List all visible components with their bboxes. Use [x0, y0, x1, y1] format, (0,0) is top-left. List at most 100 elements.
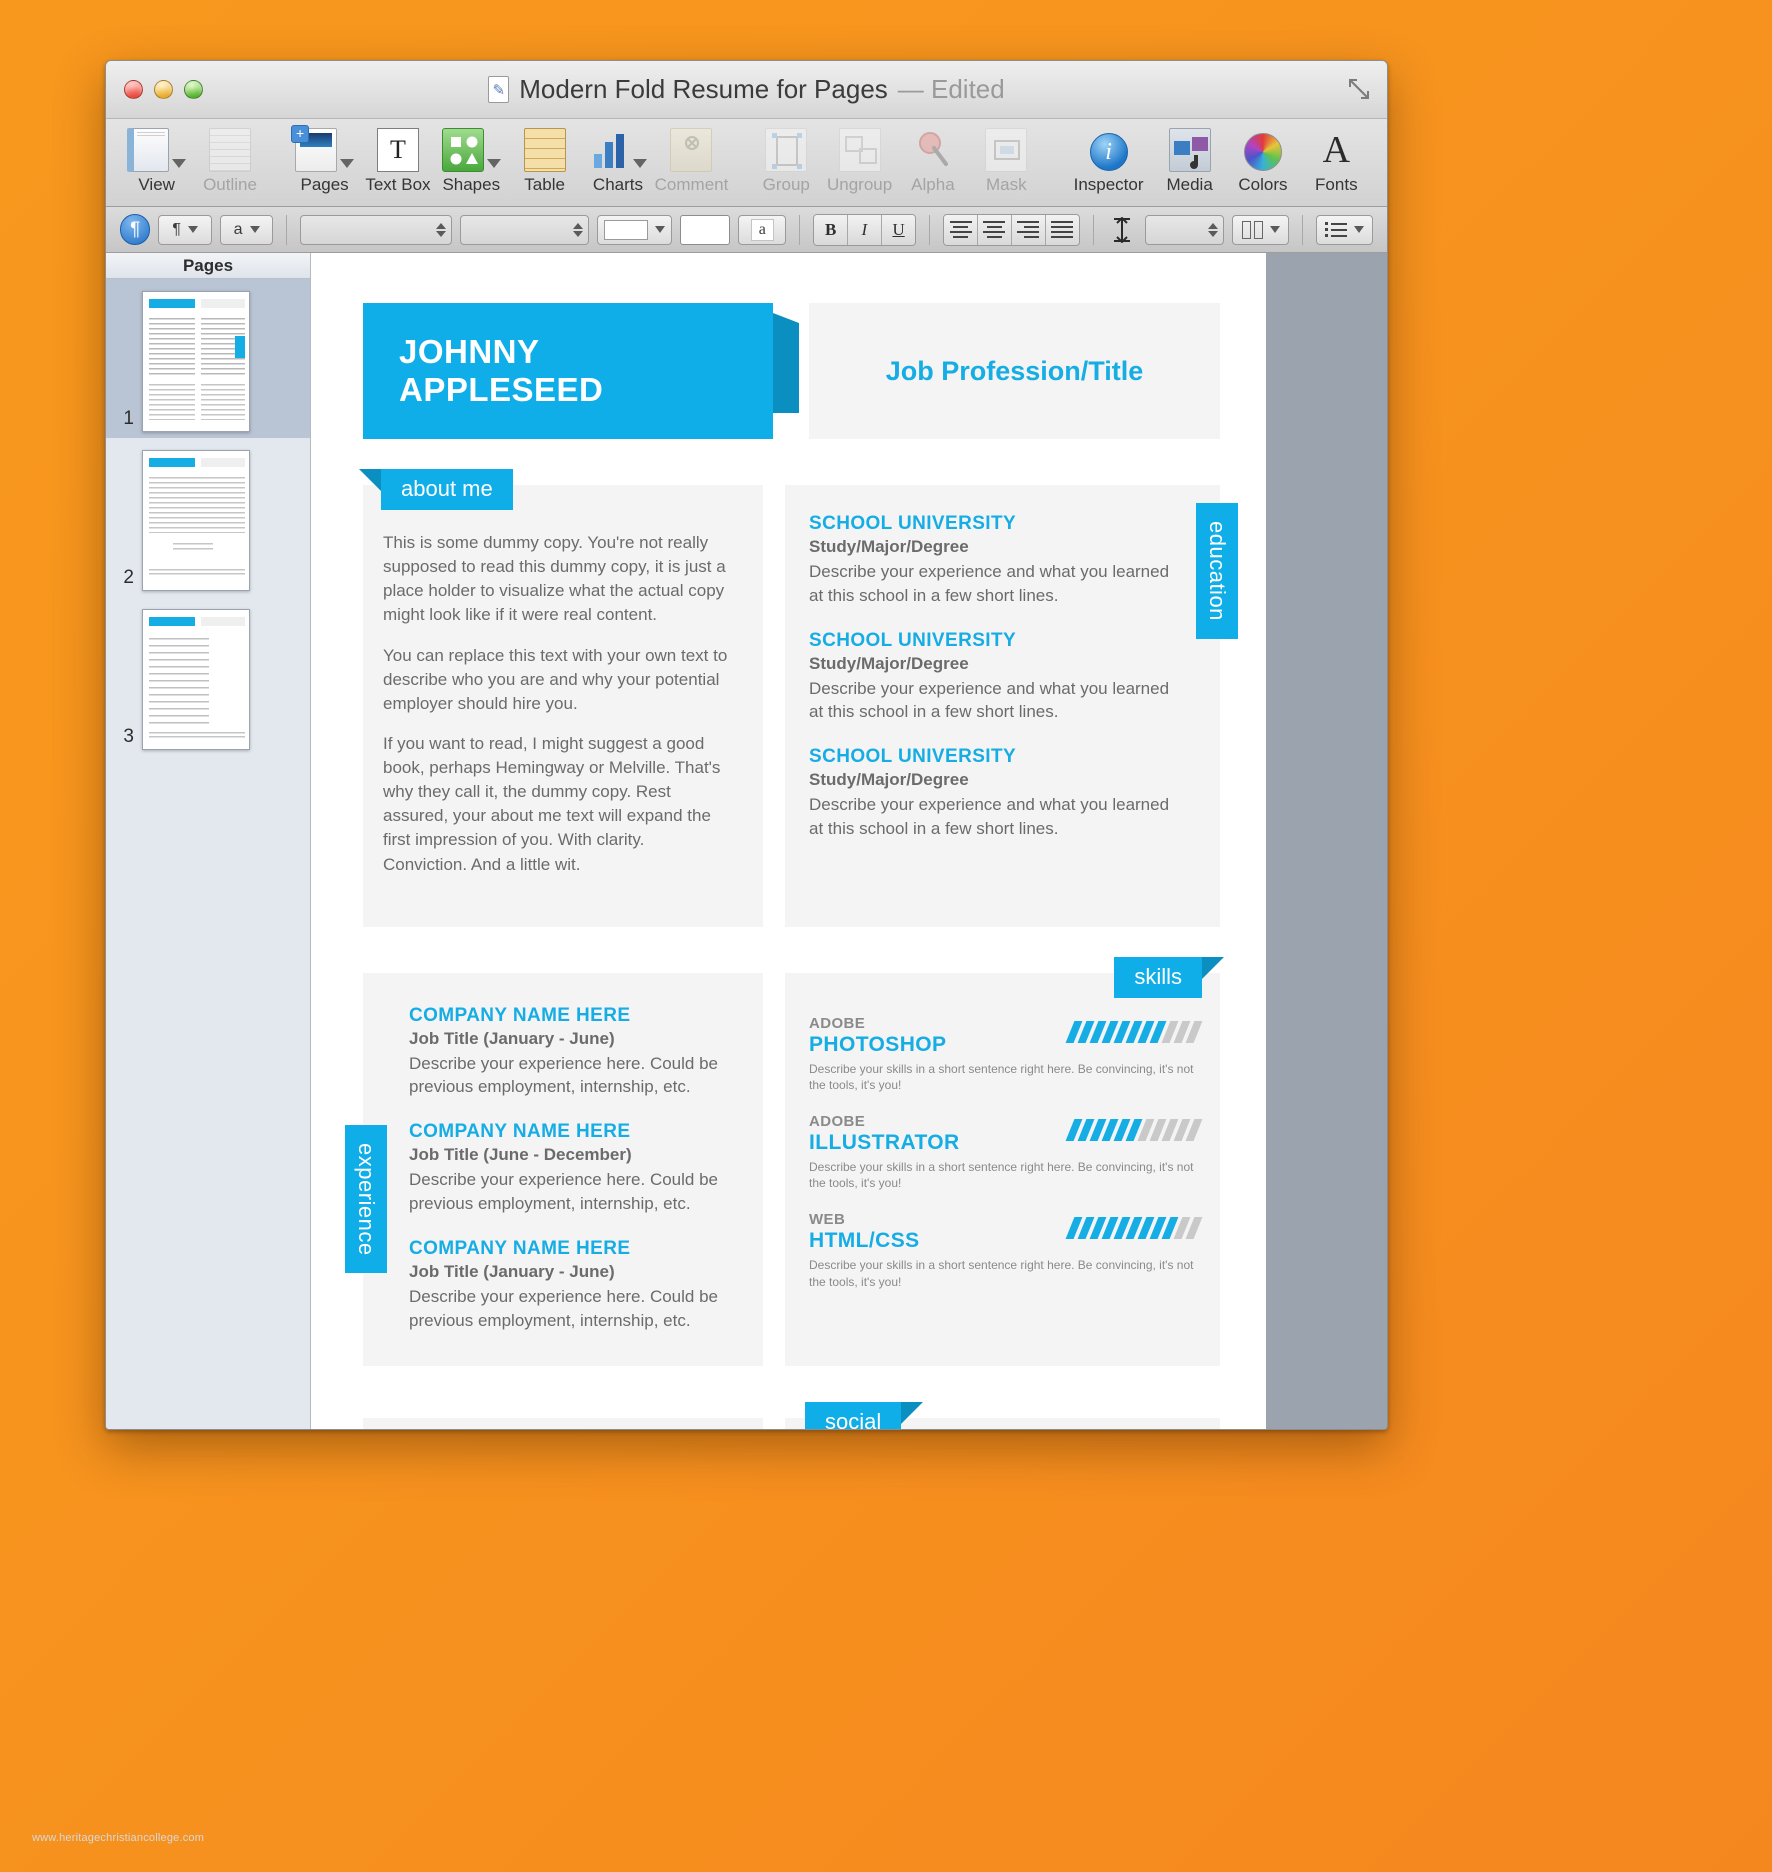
group-icon	[765, 128, 808, 172]
page-thumbnail[interactable]	[142, 291, 250, 432]
chevron-down-icon[interactable]	[340, 159, 355, 168]
toolbar-button-group[interactable]: Group	[750, 123, 823, 195]
resume-header: JOHNNY APPLESEED Job Profession/Title	[363, 303, 1220, 439]
align-justify-button[interactable]	[1045, 214, 1080, 245]
social-ribbon: social	[805, 1402, 924, 1429]
sidebar-thumbnail-1[interactable]: 1	[106, 279, 310, 438]
toolbar-button-text-box[interactable]: T Text Box	[361, 123, 434, 195]
fonts-icon: A	[1322, 129, 1351, 171]
alpha-icon	[912, 128, 954, 172]
inspector-icon: i	[1089, 132, 1128, 171]
toolbar-label-pages: Pages	[300, 175, 349, 194]
alignment-group	[943, 213, 1081, 246]
education-description: Describe your experience and what you le…	[809, 795, 1170, 838]
chevron-down-icon[interactable]	[486, 159, 501, 168]
education-body[interactable]: SCHOOL UNIVERSITY Study/Major/Degree Des…	[785, 485, 1220, 871]
page-thumbnail[interactable]	[142, 609, 250, 750]
experience-body[interactable]: COMPANY NAME HERE Job Title (January - J…	[363, 973, 763, 1367]
bold-button[interactable]: B	[814, 214, 849, 245]
skill-name: PHOTOSHOP	[809, 1032, 947, 1056]
highlight-button[interactable]: a	[738, 214, 787, 245]
toolbar-button-pages[interactable]: Pages	[288, 123, 361, 195]
toolbar-button-colors[interactable]: Colors	[1226, 123, 1299, 195]
document-canvas[interactable]: JOHNNY APPLESEED Job Profession/Title ab…	[311, 253, 1387, 1429]
character-style-dropdown[interactable]: a	[219, 214, 274, 245]
zoom-button[interactable]	[184, 80, 203, 99]
chevron-down-icon[interactable]	[633, 159, 648, 168]
education-description: Describe your experience and what you le…	[809, 678, 1170, 722]
toolbar-label-comment: Comment	[654, 175, 729, 194]
toolbar-button-view[interactable]: View	[120, 123, 193, 195]
resume-job-title[interactable]: Job Profession/Title	[809, 303, 1220, 439]
toolbar-button-fonts[interactable]: A Fonts	[1300, 123, 1373, 195]
format-bar-divider	[929, 214, 931, 245]
experience-entry: COMPANY NAME HERE Job Title (January - J…	[409, 1005, 733, 1100]
experience-section: experience COMPANY NAME HERE Job Title (…	[345, 972, 763, 1367]
contact-social-row: 123-555-9876 email@icloud.com contact so…	[363, 1402, 1220, 1429]
fullscreen-icon[interactable]	[1347, 77, 1371, 101]
background-color-swatch[interactable]	[680, 214, 731, 245]
show-invisibles-toggle[interactable]: ¶	[120, 214, 151, 245]
contact-section: 123-555-9876 email@icloud.com contact	[363, 1418, 763, 1429]
chevron-down-icon	[187, 226, 198, 233]
thumbnail-number: 2	[123, 567, 134, 588]
toolbar-button-outline[interactable]: Outline	[193, 123, 266, 195]
outline-icon	[209, 128, 252, 172]
list-style-dropdown[interactable]	[1315, 214, 1374, 245]
line-spacing-icon[interactable]	[1107, 216, 1137, 243]
sidebar-thumbnail-3[interactable]: 3	[106, 597, 310, 756]
skill-description: Describe your skills in a short sentence…	[809, 1160, 1194, 1191]
toolbar-button-table[interactable]: Table	[508, 123, 581, 195]
toolbar-label-inspector: Inspector	[1073, 175, 1144, 194]
toolbar-label-ungroup: Ungroup	[826, 175, 893, 194]
education-entry: SCHOOL UNIVERSITY Study/Major/Degree Des…	[809, 630, 1174, 725]
chevron-down-icon[interactable]	[172, 159, 187, 168]
pages-app-window: ✎ Modern Fold Resume for Pages — Edited …	[105, 60, 1388, 1430]
line-spacing-stepper[interactable]	[1208, 222, 1219, 237]
education-entry: SCHOOL UNIVERSITY Study/Major/Degree Des…	[809, 513, 1174, 608]
align-right-button[interactable]	[1011, 214, 1046, 245]
toolbar-button-ungroup[interactable]: Ungroup	[823, 123, 896, 195]
font-size-select[interactable]	[459, 214, 590, 245]
toolbar-label-fonts: Fonts	[1315, 175, 1358, 194]
skills-body[interactable]: ADOBE PHOTOSHOP Describe your skills in …	[785, 973, 1220, 1318]
columns-dropdown[interactable]	[1232, 214, 1290, 245]
education-section: education SCHOOL UNIVERSITY Study/Major/…	[785, 485, 1238, 927]
font-family-stepper[interactable]	[435, 222, 446, 237]
close-button[interactable]	[124, 80, 143, 99]
italic-button[interactable]: I	[848, 214, 882, 245]
shapes-icon	[441, 128, 484, 172]
font-size-stepper[interactable]	[573, 222, 584, 237]
align-center-button[interactable]	[978, 214, 1012, 245]
about-body[interactable]: This is some dummy copy. You're not real…	[363, 485, 763, 927]
text-color-picker[interactable]	[597, 214, 673, 245]
experience-company: COMPANY NAME HERE	[409, 1121, 631, 1143]
document-icon: ✎	[488, 76, 510, 103]
experience-company: COMPANY NAME HERE	[409, 1004, 631, 1026]
toolbar-button-comment[interactable]: Comment	[654, 123, 729, 195]
resume-page[interactable]: JOHNNY APPLESEED Job Profession/Title ab…	[311, 253, 1266, 1429]
line-spacing-select[interactable]	[1145, 214, 1225, 245]
skill-level-bars	[1065, 1119, 1203, 1141]
experience-entry: COMPANY NAME HERE Job Title (June - Dece…	[409, 1121, 733, 1216]
education-school: SCHOOL UNIVERSITY	[809, 513, 1017, 534]
toolbar-button-charts[interactable]: Charts	[581, 123, 654, 195]
main-toolbar: View Outline Pages T Text Box Shapes Tab…	[106, 119, 1387, 207]
underline-button[interactable]: U	[881, 214, 916, 245]
text-color-swatch	[604, 219, 649, 240]
minimize-button[interactable]	[154, 80, 173, 99]
toolbar-button-shapes[interactable]: Shapes	[435, 123, 508, 195]
toolbar-button-alpha[interactable]: Alpha	[896, 123, 969, 195]
toolbar-button-mask[interactable]: Mask	[970, 123, 1043, 195]
sidebar-thumbnail-2[interactable]: 2	[106, 438, 310, 597]
toolbar-button-inspector[interactable]: i Inspector	[1064, 123, 1153, 195]
page-thumbnail[interactable]	[142, 450, 250, 591]
toolbar-button-media[interactable]: Media	[1153, 123, 1226, 195]
skill-level-bars	[1065, 1020, 1203, 1043]
toolbar-label-outline: Outline	[203, 175, 257, 194]
font-family-select[interactable]	[300, 214, 452, 245]
align-left-button[interactable]	[944, 214, 979, 245]
education-entry: SCHOOL UNIVERSITY Study/Major/Degree Des…	[809, 746, 1174, 841]
resume-name[interactable]: JOHNNY APPLESEED	[363, 303, 799, 439]
paragraph-style-dropdown[interactable]: ¶	[158, 214, 212, 245]
